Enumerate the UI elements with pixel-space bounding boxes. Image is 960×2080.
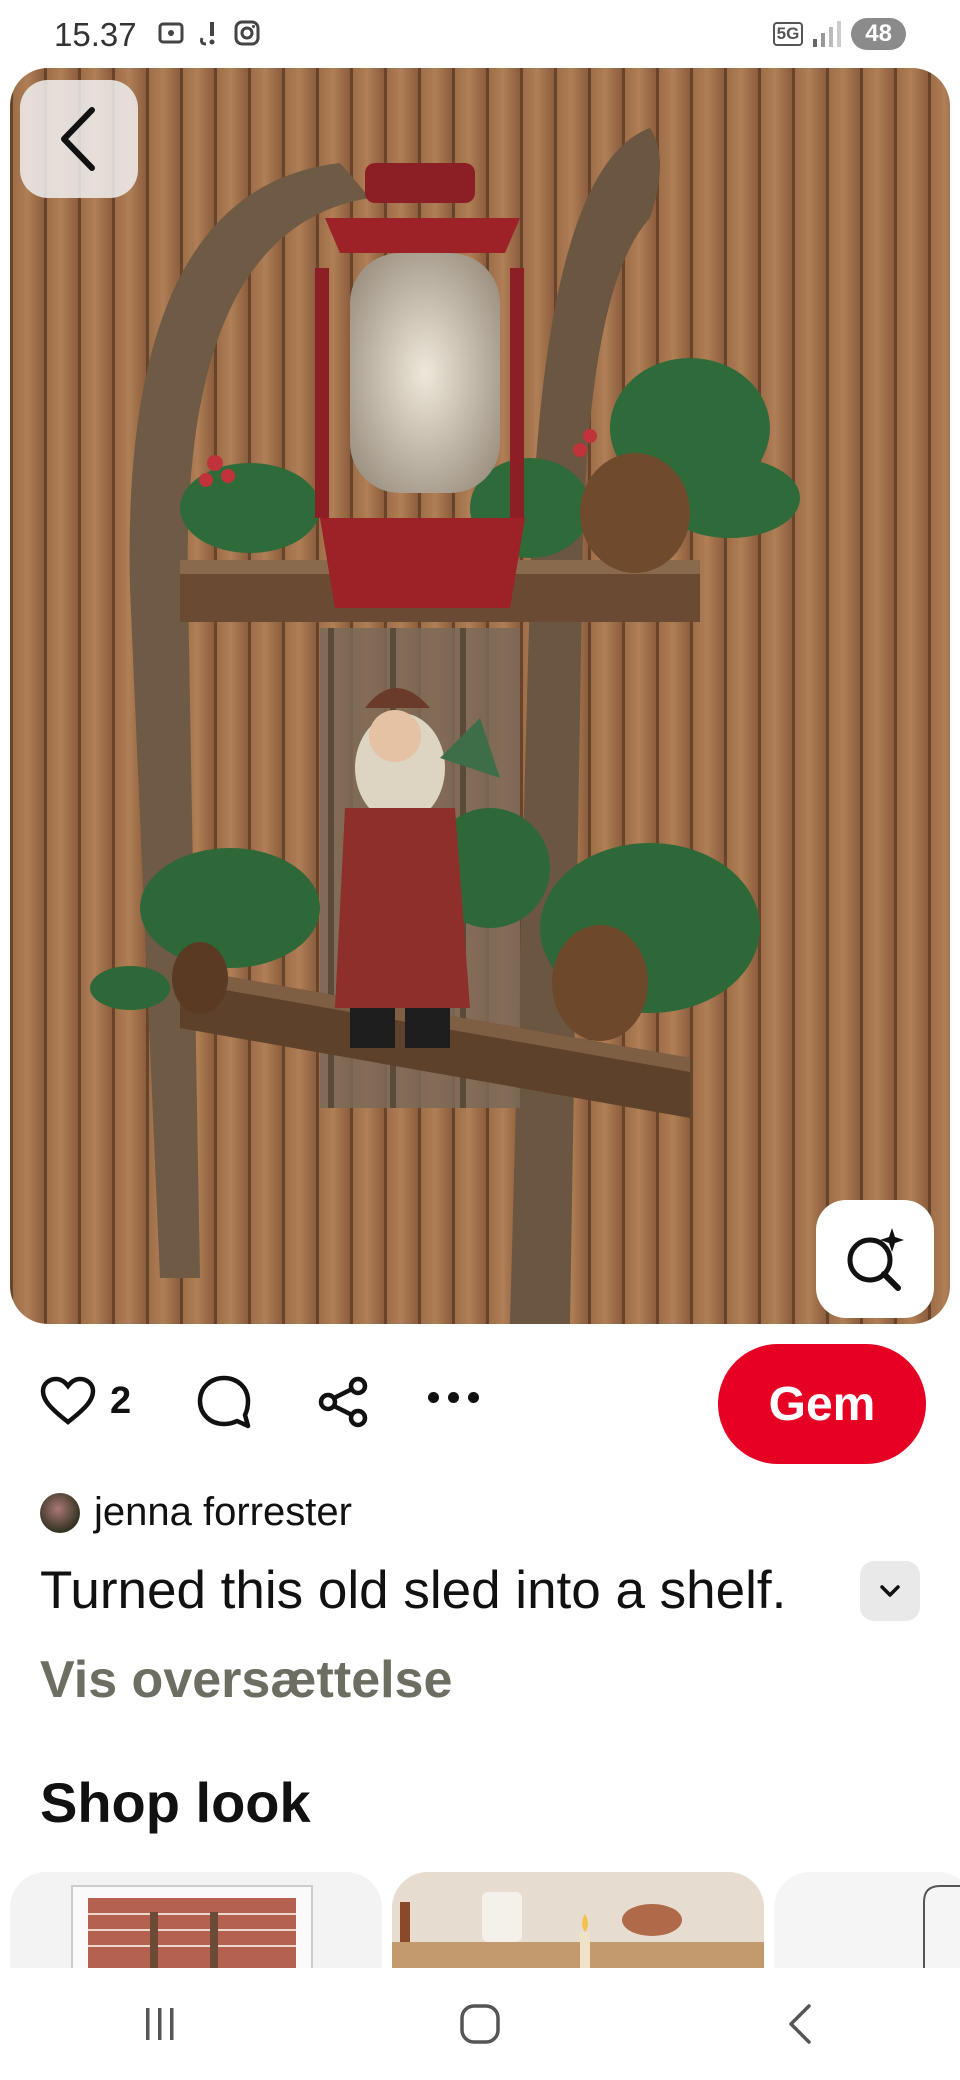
comment-button[interactable]	[196, 1374, 252, 1435]
chevron-left-icon	[61, 107, 95, 171]
home-icon	[460, 2004, 500, 2044]
product-thumbnail	[774, 1872, 960, 1972]
status-notification-icons	[156, 18, 262, 48]
back-button[interactable]	[20, 80, 138, 198]
network-5g-icon: 5G	[772, 22, 804, 46]
shop-look-title: Shop look	[40, 1771, 311, 1834]
visual-search-button[interactable]	[816, 1200, 934, 1318]
shop-product-card[interactable]	[392, 1872, 764, 1972]
shop-product-card[interactable]	[774, 1872, 960, 1972]
status-bar: 15.37 5G 48	[0, 0, 960, 70]
battery-icon: 48	[851, 18, 906, 50]
recent-apps-icon	[146, 2008, 174, 2040]
heart-outline-icon	[40, 1376, 96, 1425]
speech-bubble-icon	[197, 1375, 251, 1429]
shop-products-carousel[interactable]	[0, 1872, 960, 1972]
signal-icon	[813, 21, 842, 47]
recent-apps-button[interactable]	[100, 1984, 220, 2064]
alert-icon	[200, 22, 215, 46]
status-system-icons: 5G 48	[772, 18, 906, 50]
like-button[interactable]: 2	[40, 1376, 131, 1426]
instagram-icon	[234, 20, 260, 46]
pin-actions: 2 Gem	[40, 1340, 926, 1470]
shop-product-card[interactable]	[10, 1872, 382, 1972]
sled-shelf-photo	[10, 68, 950, 1324]
product-thumbnail	[392, 1872, 764, 1972]
lens-sparkle-icon	[847, 1228, 904, 1291]
share-button[interactable]	[316, 1374, 372, 1435]
back-arrow-icon	[789, 2004, 811, 2044]
share-nodes-icon	[318, 1376, 368, 1428]
pin-author[interactable]: jenna forrester	[40, 1490, 352, 1535]
pin-description: Turned this old sled into a shelf.	[40, 1561, 787, 1620]
home-button[interactable]	[420, 1984, 540, 2064]
like-count: 2	[110, 1379, 132, 1422]
expand-description-button[interactable]	[860, 1560, 920, 1621]
save-button[interactable]: Gem	[718, 1344, 926, 1464]
chevron-down-icon	[880, 1584, 900, 1597]
system-back-button[interactable]	[740, 1984, 860, 2064]
translate-link[interactable]: Vis oversættelse	[40, 1650, 452, 1710]
avatar[interactable]	[40, 1492, 80, 1533]
pin-image[interactable]	[10, 68, 950, 1324]
status-time: 15.37	[54, 16, 137, 53]
author-name[interactable]: jenna forrester	[94, 1490, 352, 1535]
product-thumbnail	[71, 1885, 313, 1972]
system-navigation-bar	[0, 1968, 960, 2080]
screenshot-icon	[158, 22, 184, 44]
more-options-button[interactable]	[428, 1392, 479, 1403]
more-dots-icon	[428, 1392, 439, 1403]
pin-description-row: Turned this old sled into a shelf.	[40, 1560, 920, 1621]
